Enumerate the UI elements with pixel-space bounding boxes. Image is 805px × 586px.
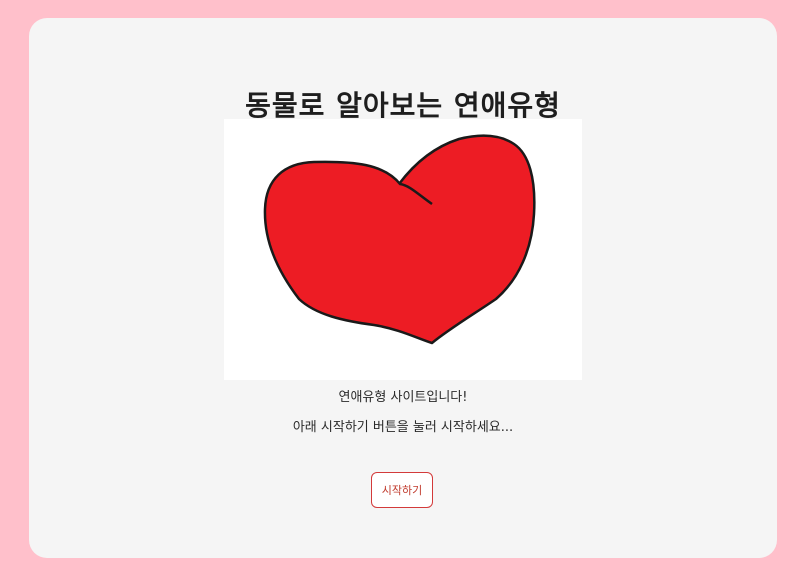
intro-line-2: 아래 시작하기 버튼을 눌러 시작하세요... — [292, 420, 514, 435]
heart-icon — [263, 134, 536, 345]
heart-image — [224, 119, 582, 380]
page-title: 동물로 알아보는 연애유형 — [245, 89, 561, 122]
start-button[interactable]: 시작하기 — [371, 472, 433, 508]
main-card: 동물로 알아보는 연애유형 연애유형 사이트입니다! 아래 시작하기 버튼을 눌… — [29, 18, 777, 558]
intro-line-1: 연애유형 사이트입니다! — [338, 390, 468, 405]
